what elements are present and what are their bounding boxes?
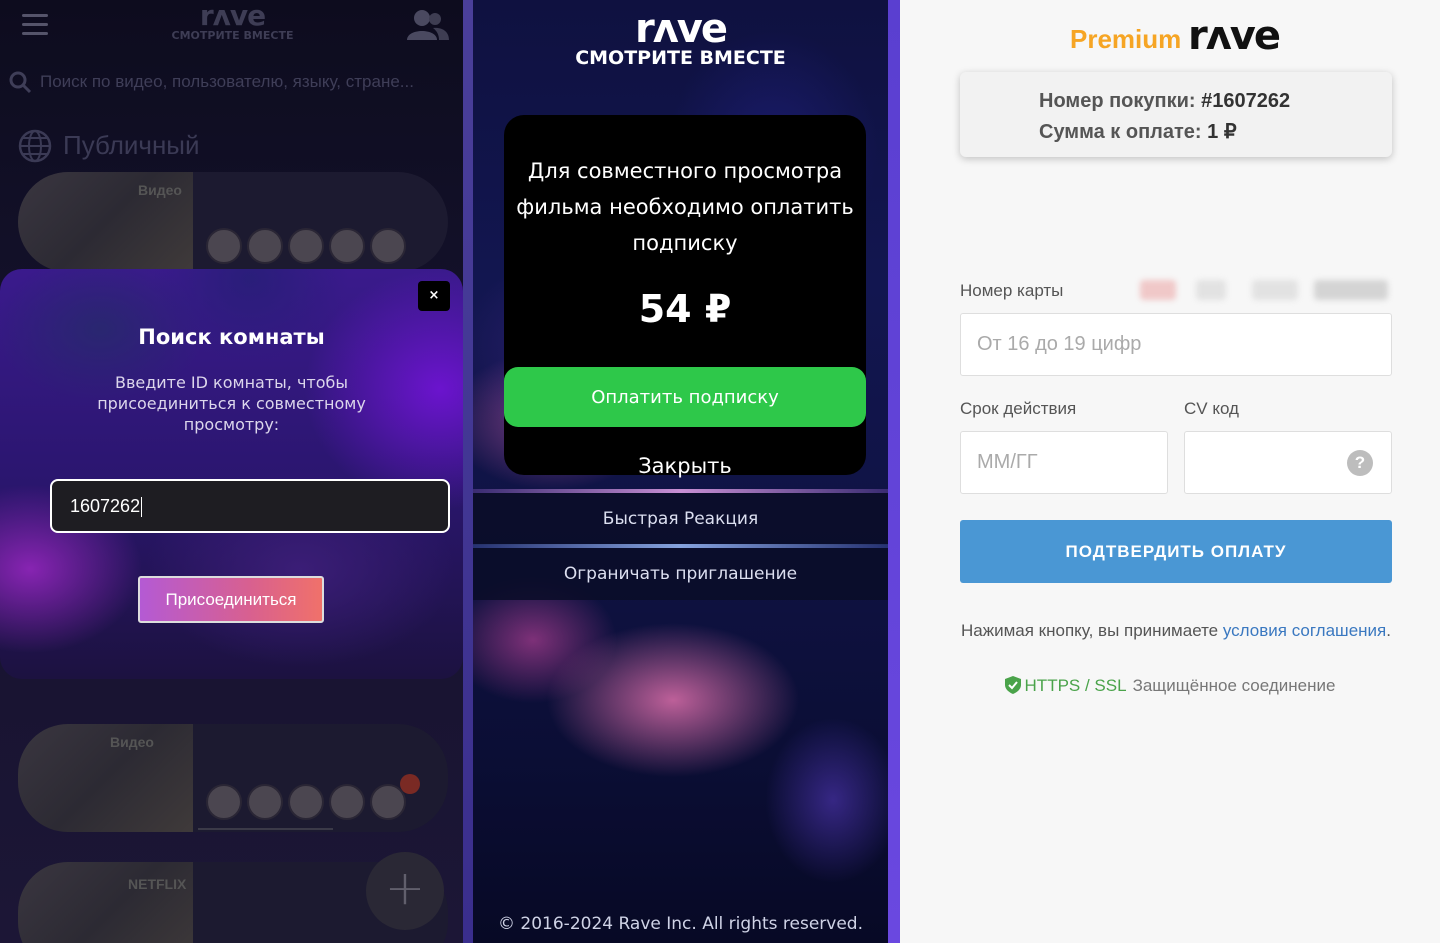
room-card[interactable]: Видео [18,172,448,272]
cvv-label: CV код [1184,399,1239,418]
order-amount: Сумма к оплате: 1 ₽ [1039,119,1237,144]
menu-item-limit-invites[interactable]: Ограничать приглашение [473,548,888,600]
app-logo: rʌve СМОТРИТЕ ВМЕСТЕ [473,8,888,68]
logo-tagline: СМОТРИТЕ ВМЕСТЕ [171,29,294,42]
terms-link[interactable]: условия соглашения [1223,621,1386,640]
expiry-placeholder: ММ/ГГ [977,451,1038,473]
secure-label: Защищённое соединение [1132,676,1336,695]
payment-form: Premium rʌve Номер покупки: #1607262 Сум… [900,0,1440,943]
order-amount-value: 1 ₽ [1207,121,1237,143]
card-brand-logos [1140,276,1390,304]
terms-text: Нажимая кнопку, вы принимаете условия со… [960,616,1392,645]
expiry-label: Срок действия [960,399,1077,418]
card-number-placeholder: От 16 до 19 цифр [977,333,1142,355]
order-amount-label: Сумма к оплате: [1039,121,1202,143]
rave-logo: rʌve [1188,13,1281,59]
plus-icon: + [384,860,426,916]
room-thumbnail [18,724,193,832]
room-source: Видео [138,182,182,198]
room-card[interactable]: Видео [18,724,448,832]
close-button[interactable]: × [418,281,450,311]
menu-icon[interactable] [22,14,48,36]
close-paywall-button[interactable]: Закрыть [504,446,866,486]
subscription-price: 54 ₽ [638,287,732,331]
join-room-modal: × Поиск комнаты Введите ID комнаты, чтоб… [0,269,463,679]
logo-word: rʌve [199,0,266,32]
avatar [206,784,242,820]
avatar [206,228,242,264]
expiry-input[interactable]: ММ/ГГ [960,431,1168,494]
logo-word: rʌve [634,6,728,52]
avatar [247,228,283,264]
order-number-value: #1607262 [1201,90,1291,112]
section-label: Публичный [63,130,200,160]
order-number: Номер покупки: #1607262 [1039,90,1290,113]
globe-icon [18,129,52,163]
viewer-count-badge [400,774,420,794]
search-bar[interactable]: Поиск по видео, пользователю, языку, стр… [0,58,463,106]
room-id-input[interactable]: 1607262 [50,479,450,533]
modal-description: Введите ID комнаты, чтобы присоединиться… [97,373,366,434]
avatar [329,228,365,264]
panel-divider [888,0,900,943]
protocol-label: HTTPS / SSL [1024,676,1127,695]
app-logo: rʌve СМОТРИТЕ ВМЕСТЕ [160,2,305,42]
help-icon[interactable]: ? [1347,450,1373,476]
order-number-label: Номер покупки: [1039,90,1196,112]
panel-divider [463,0,473,943]
rooms-screen: rʌve СМОТРИТЕ ВМЕСТЕ Поиск по видео, пол… [0,0,463,943]
room-source: NETFLIX [128,876,187,892]
search-placeholder: Поиск по видео, пользователю, языку, стр… [40,72,414,91]
menu-item-quick-reaction[interactable]: Быстрая Реакция [473,493,888,545]
card-number-input[interactable]: От 16 до 19 цифр [960,313,1392,376]
shield-check-icon [1004,676,1021,694]
confirm-payment-button[interactable]: ПОДТВЕРДИТЬ ОПЛАТУ [960,520,1392,583]
avatar [370,228,406,264]
paywall-screen: rʌve СМОТРИТЕ ВМЕСТЕ Для совместного про… [473,0,888,943]
card-number-label: Номер карты [960,281,1064,300]
logo-tagline: СМОТРИТЕ ВМЕСТЕ [575,47,786,69]
pay-subscription-button[interactable]: Оплатить подписку [504,367,866,427]
room-avatars [206,228,411,264]
room-thumbnail [18,862,193,943]
join-button[interactable]: Присоединиться [138,576,324,623]
progress-line [198,828,333,830]
text-caret [141,497,143,518]
search-icon [9,71,32,94]
friends-icon[interactable] [405,8,449,42]
copyright-text: © 2016-2024 Rave Inc. All rights reserve… [498,914,863,934]
avatar [288,228,324,264]
room-source: Видео [110,734,154,750]
create-room-button[interactable]: + [366,852,444,930]
paywall-message: Для совместного просмотра фильма необход… [516,159,854,255]
room-avatars [206,784,411,820]
avatar [329,784,365,820]
avatar [288,784,324,820]
room-id-value: 1607262 [70,496,141,516]
terms-prefix: Нажимая кнопку, вы принимаете [961,621,1223,640]
modal-title: Поиск комнаты [138,325,325,349]
secure-connection: HTTPS / SSL Защищённое соединение [900,676,1440,696]
avatar [247,784,283,820]
order-summary: Номер покупки: #1607262 Сумма к оплате: … [960,72,1392,157]
cvv-input[interactable]: ? [1184,431,1392,494]
top-bar: rʌve СМОТРИТЕ ВМЕСТЕ [0,0,463,55]
premium-label: Premium [1070,24,1182,54]
terms-suffix: . [1386,621,1391,640]
